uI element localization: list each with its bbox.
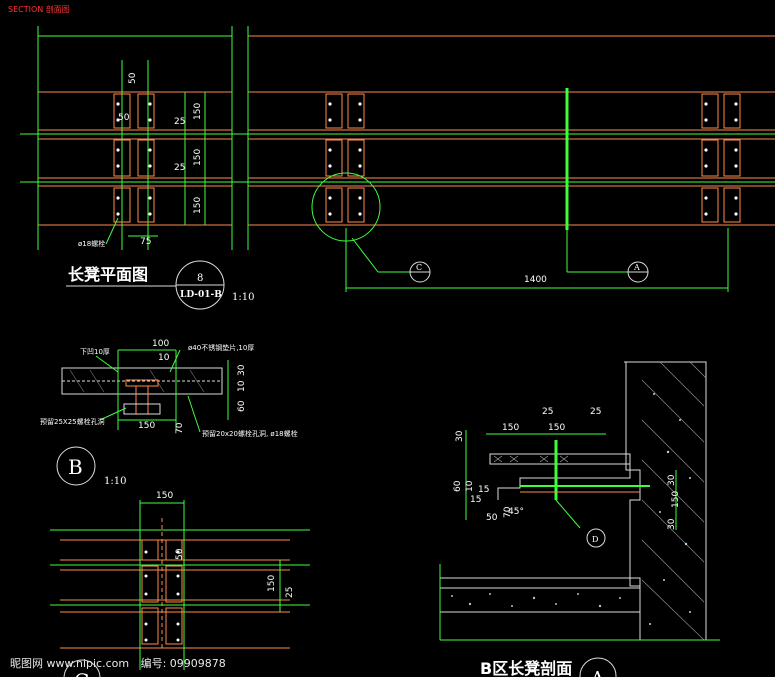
section-a-mark: D	[592, 535, 598, 544]
dim-a-15b: 15	[470, 495, 481, 505]
dim-c-50: 50	[175, 548, 185, 560]
watermark-id: 09909878	[169, 657, 226, 670]
dim-25-b: 25	[174, 163, 185, 173]
detail-c: 150 50 150 25 C	[50, 491, 310, 677]
dim-c-150: 150	[156, 491, 173, 501]
dim-c-150v: 150	[267, 575, 277, 592]
dim-a-30r2: 30	[667, 518, 677, 530]
plan-view: C A 1400 150 25 150 25 150 50 50 75 ø18螺…	[20, 26, 775, 310]
dim-150-b: 150	[193, 149, 203, 166]
dim-50-gap: 50	[118, 113, 130, 123]
detail-b: 100 10 150 30 10 60 70 下凹10厚 ø40不锈钢垫片,10…	[40, 339, 298, 487]
watermark-site: 昵图网 www.nipic.com	[10, 657, 130, 670]
watermark: 昵图网 www.nipic.com 编号: 09909878	[10, 657, 226, 670]
dim-b-60: 60	[237, 400, 247, 412]
note-b-bottom-right: 预留20x20螺栓孔洞, ø18螺栓	[202, 429, 298, 438]
bolt-note: ø18螺栓	[78, 239, 105, 248]
dim-a-150a: 150	[502, 423, 519, 433]
section-mark-c: C	[416, 263, 422, 272]
dim-b-70: 70	[175, 422, 185, 434]
dim-a-60: 60	[453, 480, 463, 492]
note-b-top-right: ø40不锈钢垫片,10厚	[188, 343, 254, 352]
plan-scale: 1:10	[232, 292, 254, 303]
plan-title: 长凳平面图	[68, 265, 148, 284]
dim-25-a: 25	[174, 117, 185, 127]
section-a: D 150 25 150 25 30 60 10 15 15 50 45° 30…	[439, 361, 720, 677]
note-b-bottom-left: 预留25X25螺栓孔洞	[40, 417, 105, 426]
dim-b-150: 150	[138, 421, 155, 431]
dim-a-150b: 150	[548, 423, 565, 433]
dim-b-30: 30	[237, 364, 247, 376]
plan-callout-number: 8	[197, 273, 203, 284]
dim-b-10v: 10	[237, 380, 247, 392]
dim-a-25b: 25	[590, 407, 601, 417]
cad-drawing: SECTION 剖面图 C A 1400 150 25 150 25 150 5…	[8, 4, 775, 677]
dim-a-25a: 25	[542, 407, 553, 417]
dim-a-10: 10	[465, 480, 475, 492]
dim-b-10: 10	[158, 353, 170, 363]
detail-b-label: B	[68, 455, 83, 479]
dim-75: 75	[140, 237, 151, 247]
dim-a-30r: 30	[667, 474, 677, 486]
header-label: SECTION 剖面图	[8, 4, 70, 14]
section-mark-a: A	[633, 263, 640, 272]
note-b-top-left: 下凹10厚	[80, 348, 110, 356]
dim-50-top: 50	[128, 72, 138, 84]
dim-a-150r: 150	[671, 491, 681, 508]
dim-a-15: 15	[478, 485, 489, 495]
dim-a-70: 70	[503, 506, 513, 518]
dim-1400: 1400	[524, 275, 547, 285]
dim-b-100: 100	[152, 339, 169, 349]
detail-b-scale: 1:10	[104, 476, 126, 487]
section-a-title: B区长凳剖面	[480, 659, 572, 677]
watermark-id-label: 编号	[140, 657, 163, 670]
plan-callout-ref: LD-01-B	[180, 290, 222, 300]
dim-150-c: 150	[193, 197, 203, 214]
dim-a-30: 30	[455, 430, 465, 442]
dim-c-25: 25	[285, 587, 295, 598]
dim-a-50: 50	[486, 513, 498, 523]
section-a-label: A	[590, 668, 605, 677]
dim-150-a: 150	[193, 103, 203, 120]
